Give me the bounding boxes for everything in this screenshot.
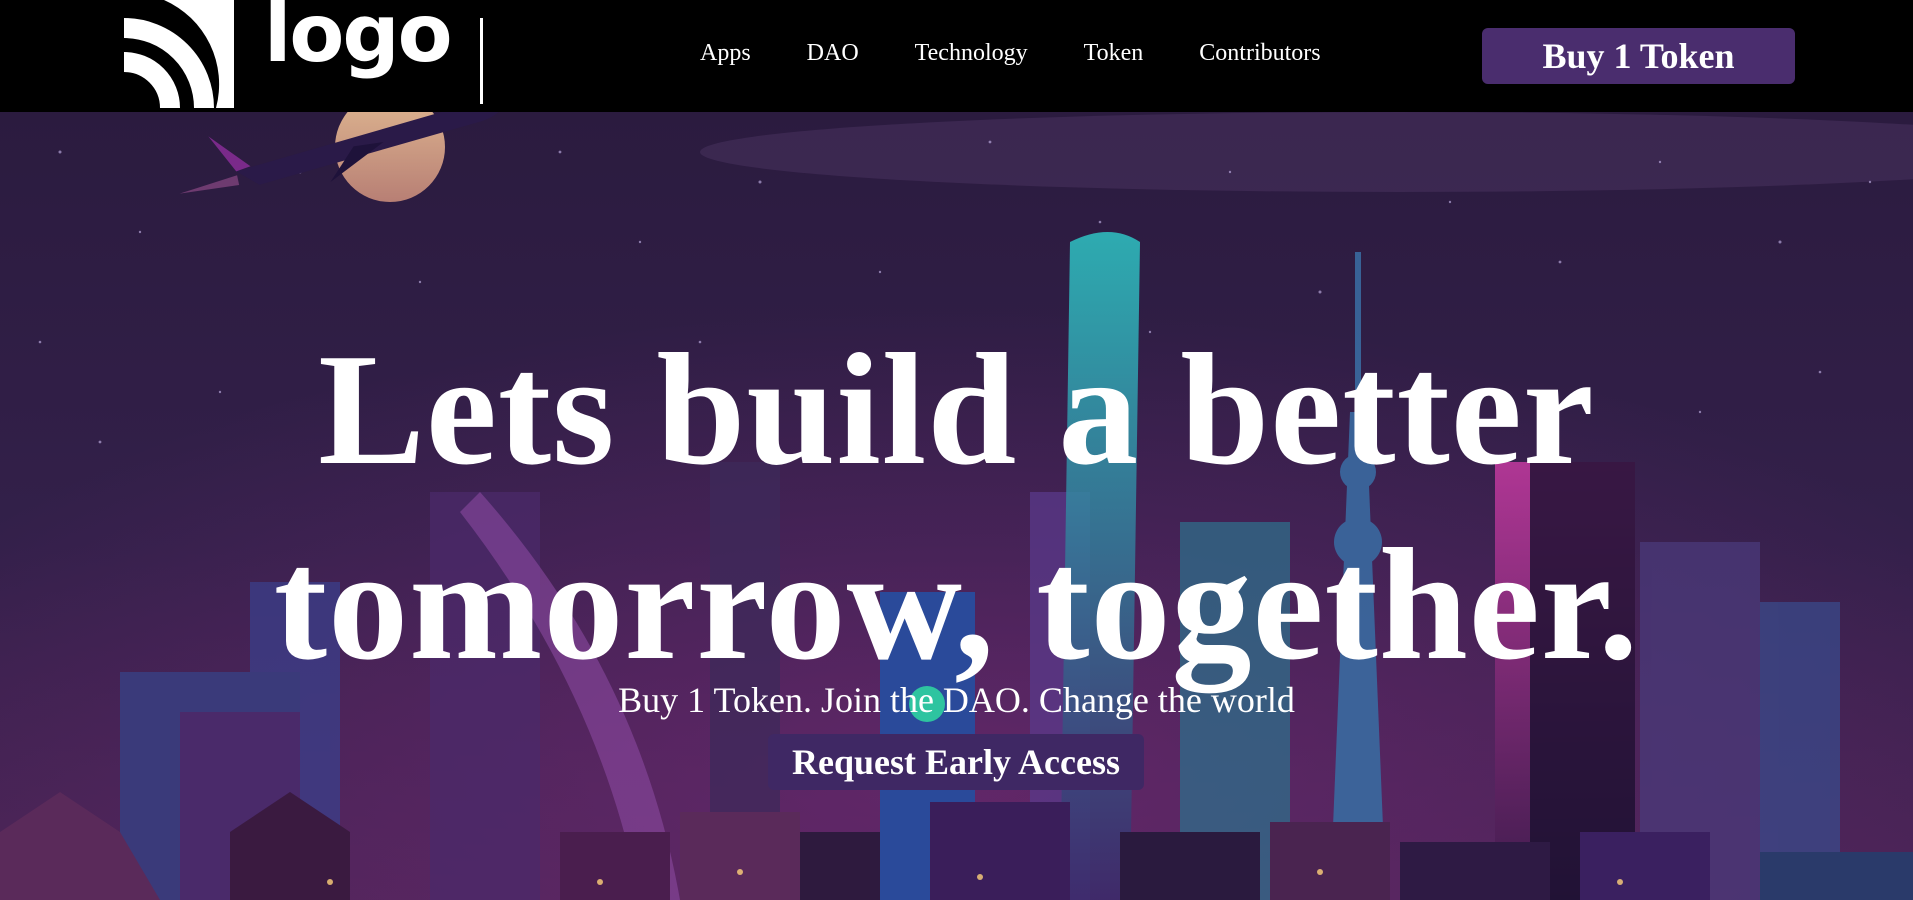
logo-divider <box>480 18 483 104</box>
nav-link-technology[interactable]: Technology <box>915 40 1028 67</box>
hero-section: Lets build a better tomorrow, together. … <box>0 112 1913 900</box>
hero-headline-line-2: tomorrow, together. <box>273 515 1640 693</box>
main-nav: Apps DAO Technology Token Contributors <box>700 40 1377 67</box>
request-early-access-button[interactable]: Request Early Access <box>768 734 1144 790</box>
nav-link-token[interactable]: Token <box>1084 40 1144 67</box>
nav-link-contributors[interactable]: Contributors <box>1199 40 1320 67</box>
top-navbar: logo Apps DAO Technology Token Contribut… <box>0 0 1913 112</box>
hero-subtitle: Buy 1 Token. Join the DAO. Change the wo… <box>618 680 1295 720</box>
hero-headline: Lets build a better tomorrow, together. <box>0 312 1913 702</box>
site-logo[interactable]: logo <box>124 0 453 108</box>
signal-arcs-icon <box>124 0 234 108</box>
hero-headline-line-1: Lets build a better <box>318 320 1595 498</box>
buy-token-button[interactable]: Buy 1 Token <box>1482 28 1795 84</box>
nav-link-apps[interactable]: Apps <box>700 40 751 67</box>
hero-content: Lets build a better tomorrow, together. … <box>0 112 1913 900</box>
nav-link-dao[interactable]: DAO <box>807 40 859 67</box>
logo-wordmark: logo <box>264 0 453 80</box>
